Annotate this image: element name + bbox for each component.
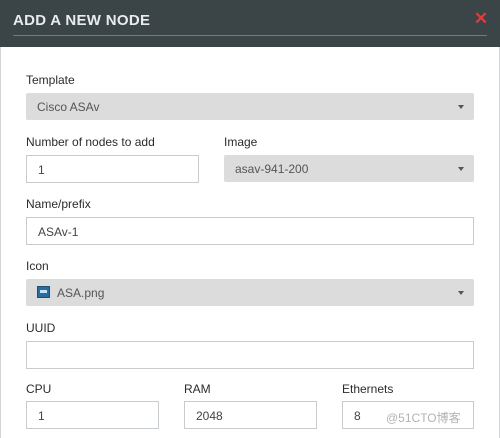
name-prefix-input[interactable]: ASAv-1 (26, 217, 474, 245)
image-label: Image (224, 135, 258, 149)
ram-input[interactable]: 2048 (184, 401, 317, 429)
cpu-value: 1 (38, 409, 45, 423)
uuid-input[interactable] (26, 341, 474, 369)
dialog-body: Template Cisco ASAv Number of nodes to a… (0, 47, 500, 438)
icon-select[interactable]: ASA.png (26, 279, 474, 306)
close-icon[interactable]: ✕ (473, 10, 489, 28)
cpu-label: CPU (26, 382, 52, 396)
template-value: Cisco ASAv (37, 100, 100, 114)
asa-device-icon (37, 286, 50, 298)
template-label: Template (26, 73, 75, 87)
ram-value: 2048 (196, 409, 223, 423)
icon-value: ASA.png (57, 286, 105, 300)
template-select[interactable]: Cisco ASAv (26, 93, 474, 120)
uuid-label: UUID (26, 321, 56, 335)
cpu-input[interactable]: 1 (26, 401, 159, 429)
ram-label: RAM (184, 382, 211, 396)
name-prefix-label: Name/prefix (26, 197, 91, 211)
name-prefix-value: ASAv-1 (38, 225, 79, 239)
header-divider (13, 35, 487, 36)
num-nodes-value: 1 (38, 163, 45, 177)
image-value: asav-941-200 (235, 162, 309, 176)
ethernets-label: Ethernets (342, 382, 394, 396)
chevron-down-icon (458, 291, 464, 295)
num-nodes-label: Number of nodes to add (26, 135, 155, 149)
num-nodes-input[interactable]: 1 (26, 155, 199, 183)
chevron-down-icon (458, 167, 464, 171)
chevron-down-icon (458, 105, 464, 109)
icon-label: Icon (26, 259, 49, 273)
dialog-header: ADD A NEW NODE ✕ (0, 0, 500, 47)
ethernets-value: 8 (354, 409, 361, 423)
watermark: @51CTO博客 (386, 411, 461, 425)
dialog-title: ADD A NEW NODE (13, 12, 151, 29)
image-select[interactable]: asav-941-200 (224, 155, 474, 182)
